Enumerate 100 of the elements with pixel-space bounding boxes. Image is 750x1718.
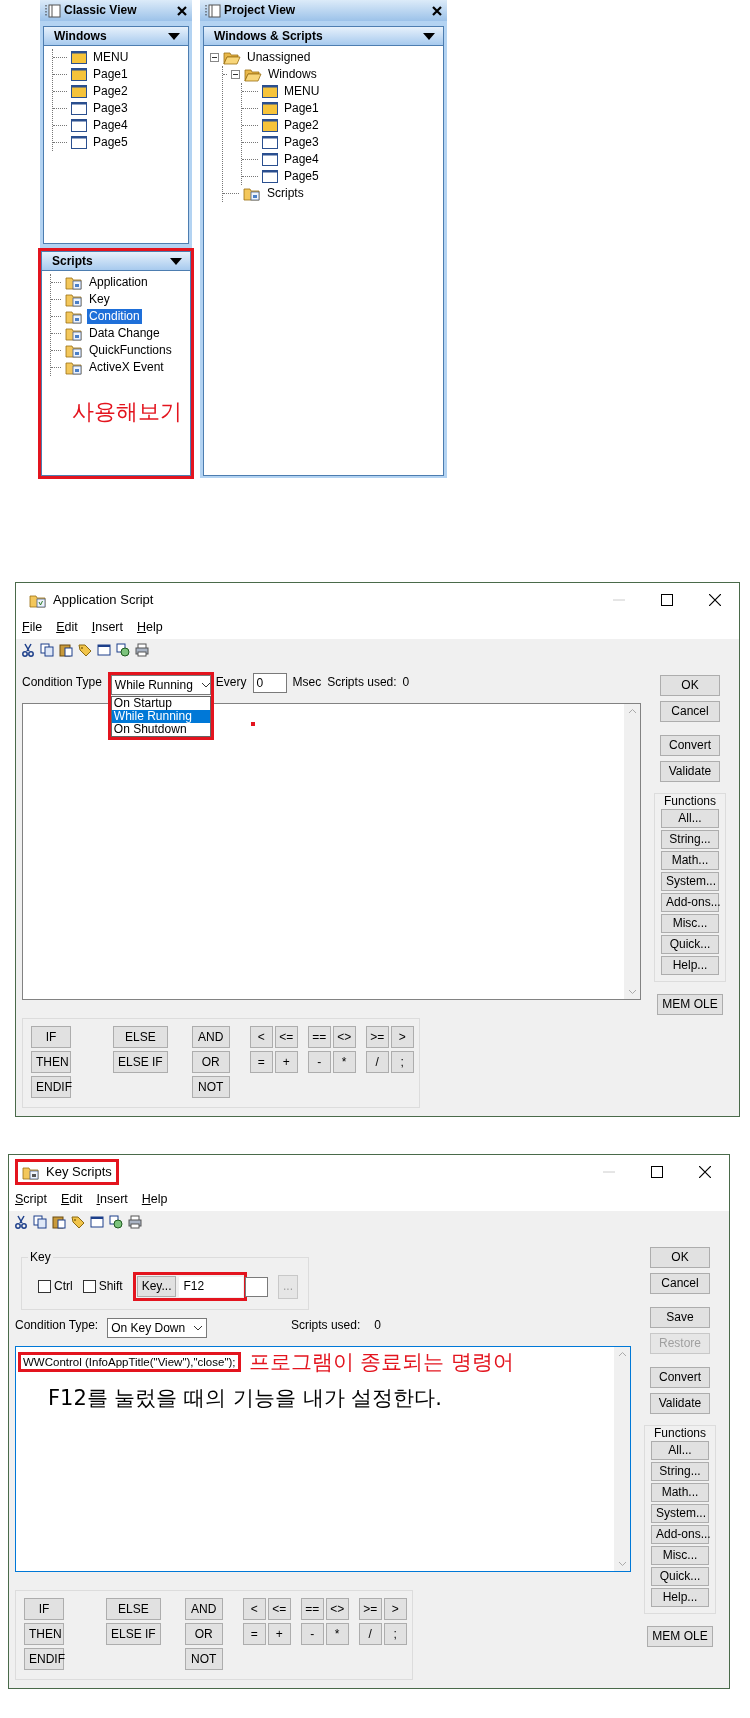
dialog-button[interactable]: OK — [650, 1247, 710, 1268]
tree-item[interactable]: ActiveX Event — [87, 360, 166, 375]
dialog-button[interactable]: = — [242, 1623, 266, 1645]
dropdown-option[interactable]: While Running — [111, 710, 210, 723]
dialog-button[interactable]: Math... — [651, 1483, 709, 1502]
dialog-button[interactable]: == — [307, 1026, 331, 1048]
text-field[interactable] — [245, 1276, 268, 1297]
dialog-button[interactable]: IF — [24, 1598, 64, 1620]
dialog-button[interactable]: ; — [383, 1623, 407, 1645]
dialog-button[interactable]: Cancel — [650, 1273, 710, 1294]
dialog-button[interactable]: / — [365, 1051, 389, 1073]
menubar-entry[interactable]: Script — [15, 1192, 47, 1208]
dialog-button[interactable]: Cancel — [660, 701, 720, 722]
tree-item[interactable]: Page4 — [91, 118, 130, 133]
dialog-button[interactable]: ELSE IF — [106, 1623, 161, 1645]
dialog-button[interactable]: String... — [651, 1462, 709, 1481]
dialog-button[interactable]: IF — [31, 1026, 71, 1048]
key-field[interactable]: F12 — [179, 1276, 244, 1297]
dialog-button[interactable]: THEN — [24, 1623, 64, 1645]
dialog-button[interactable]: String... — [661, 830, 719, 849]
tree-item[interactable]: Page4 — [282, 152, 321, 167]
dialog-button[interactable]: Validate — [660, 761, 720, 782]
section-header[interactable]: Windows — [43, 26, 189, 46]
dialog-button[interactable]: ENDIF — [24, 1648, 64, 1670]
section-header[interactable]: Scripts — [41, 251, 191, 271]
dialog-button[interactable]: > — [383, 1598, 407, 1620]
tree-item[interactable]: Page2 — [91, 84, 130, 99]
tree-item[interactable]: QuickFunctions — [87, 343, 174, 358]
dialog-button[interactable]: Save — [650, 1307, 710, 1328]
dialog-button[interactable]: < — [242, 1598, 266, 1620]
tree-item[interactable]: Key — [87, 292, 112, 307]
dialog-button[interactable]: System... — [661, 872, 719, 891]
tree-item[interactable]: Data Change — [87, 326, 162, 341]
dropdown-option[interactable]: On Startup — [111, 697, 210, 710]
dialog-button[interactable]: Add-ons... — [651, 1525, 709, 1544]
cut-icon[interactable] — [14, 1215, 28, 1229]
dialog-button[interactable]: System... — [651, 1504, 709, 1523]
tree-item[interactable]: Unassigned — [245, 50, 313, 65]
paste-icon[interactable] — [59, 643, 73, 657]
tree-item[interactable]: Page3 — [282, 135, 321, 150]
dialog-button[interactable]: ELSE — [113, 1026, 168, 1048]
menubar-entry[interactable]: Insert — [91, 620, 123, 636]
tree-item[interactable]: Page2 — [282, 118, 321, 133]
dialog-button[interactable]: All... — [651, 1441, 709, 1460]
menubar-entry[interactable]: Insert — [96, 1192, 128, 1208]
dialog-button[interactable]: Math... — [661, 851, 719, 870]
paste-icon[interactable] — [52, 1215, 66, 1229]
dialog-button[interactable]: < — [249, 1026, 273, 1048]
dialog-button[interactable]: ELSE — [106, 1598, 161, 1620]
dialog-button[interactable]: = — [249, 1051, 273, 1073]
dialog-button[interactable]: + — [274, 1051, 298, 1073]
dialog-button[interactable]: == — [300, 1598, 324, 1620]
condition-type-dropdown[interactable]: On Key Down — [107, 1318, 208, 1338]
dialog-button[interactable]: OR — [184, 1623, 223, 1645]
dialog-button[interactable]: <> — [332, 1026, 356, 1048]
tree-item[interactable]: MENU — [91, 50, 131, 65]
tag-icon[interactable] — [78, 643, 92, 657]
dialog-button[interactable]: <> — [325, 1598, 349, 1620]
dialog-button[interactable]: Help... — [661, 956, 719, 975]
copy-icon[interactable] — [40, 643, 54, 657]
menubar-entry[interactable]: Edit — [60, 1192, 83, 1208]
tree-item[interactable]: Page5 — [282, 169, 321, 184]
tree-item[interactable]: Windows — [266, 67, 319, 82]
tree-item[interactable]: Page1 — [91, 67, 130, 82]
dialog-button[interactable]: Misc... — [651, 1546, 709, 1565]
dialog-button[interactable]: + — [267, 1623, 291, 1645]
dialog-button[interactable]: - — [300, 1623, 324, 1645]
dialog-button[interactable]: Help... — [651, 1588, 709, 1607]
tree-item[interactable]: Page3 — [91, 101, 130, 116]
dropdown-option[interactable]: On Shutdown — [111, 723, 210, 736]
collapse-icon[interactable] — [231, 70, 240, 79]
dialog-button[interactable]: Convert — [650, 1367, 710, 1388]
dropdown-arrow-icon[interactable] — [170, 257, 182, 265]
print-icon[interactable] — [128, 1215, 142, 1229]
dialog-button[interactable]: Key... — [136, 1276, 177, 1297]
collapse-icon[interactable] — [210, 53, 219, 62]
tree-item[interactable]: MENU — [282, 84, 322, 99]
section-header[interactable]: Windows & Scripts — [203, 26, 444, 46]
dialog-button[interactable]: ENDIF — [31, 1076, 71, 1098]
close-icon[interactable] — [177, 5, 187, 16]
script-editor[interactable]: WWControl (InfoAppTitle("View"),"close"); 프로그램이 종료되는 명령어 F12를 눌렀을 때의 기능을 내가 설정한다. — [15, 1346, 631, 1572]
dialog-button[interactable]: <= — [274, 1026, 298, 1048]
menubar-entry[interactable]: File — [22, 620, 43, 636]
menubar-entry[interactable]: Help — [141, 1192, 168, 1208]
checkbox[interactable] — [82, 1280, 96, 1293]
dropdown-arrow-icon[interactable] — [423, 32, 435, 40]
dialog-button[interactable]: * — [332, 1051, 356, 1073]
maximize-icon[interactable] — [661, 594, 673, 606]
tag-icon[interactable] — [71, 1215, 85, 1229]
dialog-button[interactable]: >= — [365, 1026, 389, 1048]
interval-field[interactable]: 0 — [252, 673, 287, 693]
dialog-button[interactable]: THEN — [31, 1051, 71, 1073]
dialog-button[interactable]: Quick... — [651, 1567, 709, 1586]
menubar-entry[interactable]: Help — [137, 620, 163, 636]
print-icon[interactable] — [135, 643, 149, 657]
dialog-button[interactable]: Quick... — [661, 935, 719, 954]
window-icon[interactable] — [97, 643, 111, 657]
dialog-button[interactable]: <= — [267, 1598, 291, 1620]
dialog-button[interactable]: - — [307, 1051, 331, 1073]
dialog-button[interactable]: AND — [184, 1598, 223, 1620]
